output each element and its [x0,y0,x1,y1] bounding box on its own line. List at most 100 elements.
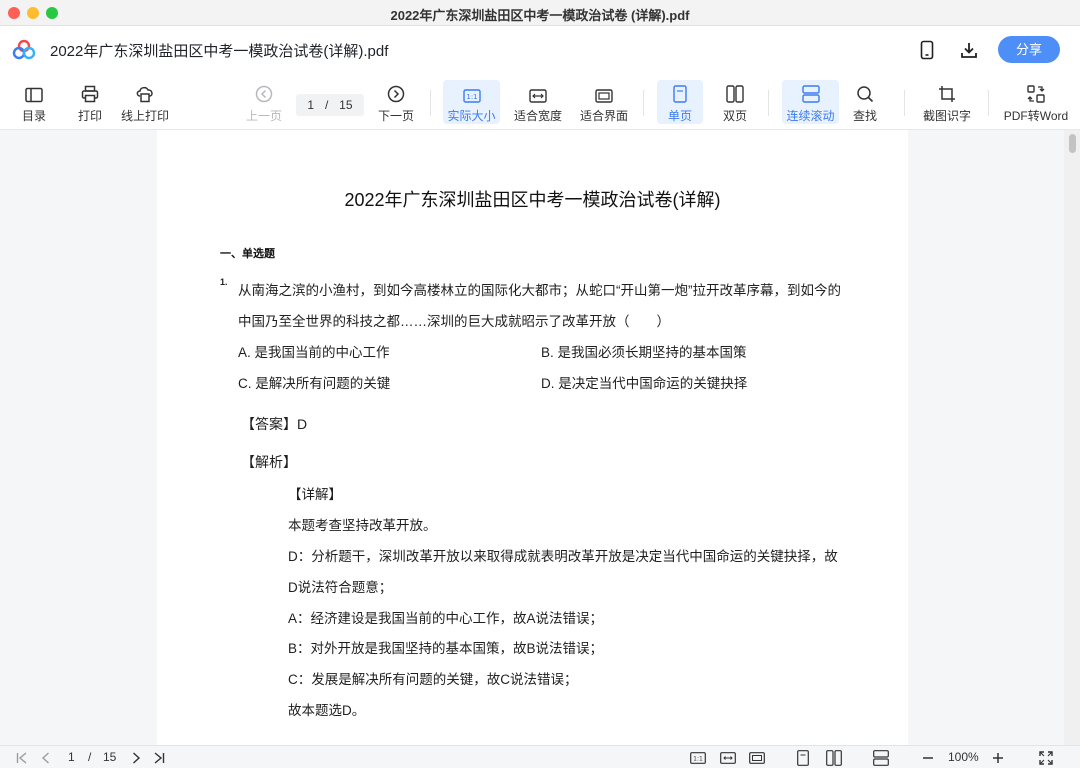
single-page-label: 单页 [667,109,692,123]
single-page-icon [673,82,687,103]
pdf-to-word-label: PDF转Word [1003,109,1069,123]
toolbar-divider [988,90,989,116]
fit-page-icon[interactable] [748,749,766,766]
convert-icon [1027,82,1045,103]
current-page-value: 1 [307,98,315,112]
zoom-in-icon[interactable] [990,749,1006,766]
cloud-print-icon [135,82,155,103]
fit-page-button[interactable]: 适合界面 [578,80,630,124]
pdf-page: 2022年广东深圳盐田区中考一模政治试卷(详解) 一、单选题 1. 从南海之滨的… [157,130,908,745]
option-a: A. 是我国当前的中心工作 [238,345,390,360]
print-label: 打印 [77,109,102,123]
print-button[interactable]: 打印 [74,80,106,124]
analysis-heading: 【解析】 [241,454,297,470]
window-titlebar: 2022年广东深圳盐田区中考一模政治试卷 (详解).pdf [0,0,1080,26]
fit-page-label: 适合界面 [579,109,628,123]
continuous-scroll-icon[interactable] [872,749,890,766]
toolbar-divider [643,90,644,116]
section-heading: 一、单选题 [220,248,275,260]
toc-button[interactable]: 目录 [18,80,50,124]
scrollbar-thumb[interactable] [1069,134,1076,153]
double-page-button[interactable]: 双页 [715,80,755,124]
toc-icon [25,82,43,103]
last-page-icon[interactable] [151,749,167,766]
download-icon[interactable] [957,38,981,62]
toc-label: 目录 [21,109,46,123]
prev-page-button[interactable]: 上一页 [244,80,284,124]
fullscreen-icon[interactable] [1038,749,1054,766]
document-viewer[interactable]: 2022年广东深圳盐田区中考一模政治试卷(详解) 一、单选题 1. 从南海之滨的… [0,130,1080,745]
chevron-right-circle-icon [387,82,405,103]
actual-size-icon: 1:1 [462,82,481,103]
explanation-line: C：发展是解决所有问题的关键，故C说法错误； [288,672,578,687]
mobile-icon[interactable] [915,38,939,62]
search-button[interactable]: 查找 [848,80,882,124]
online-print-label: 线上打印 [120,109,169,123]
total-pages-value: 15 [339,98,353,112]
actual-size-icon[interactable]: 1:1 [689,749,707,766]
explanation-line: A：经济建设是我国当前的中心工作，故A说法错误； [288,611,604,626]
status-total-pages: 15 [103,750,117,764]
next-page-icon[interactable] [128,749,144,766]
pdf-to-word-button[interactable]: PDF转Word [1002,80,1070,124]
double-page-label: 双页 [722,109,747,123]
single-page-button[interactable]: 单页 [657,80,703,124]
answer-text: 【答案】D [241,416,308,432]
explanation-line: 【详解】 [288,487,342,502]
search-icon [856,82,874,103]
screenshot-ocr-button[interactable]: 截图识字 [920,80,974,124]
continuous-scroll-icon [801,82,820,103]
page-number-input[interactable]: 1 / 15 [296,94,364,116]
status-bar: 1 / 15 1:1 100% [0,745,1080,768]
question-text-line: 从南海之滨的小渔村，到如今高楼林立的国际化大都市；从蛇口“开山第一炮”拉开改革序… [238,283,841,298]
status-page-separator: / [88,750,92,764]
fit-width-label: 适合宽度 [513,109,562,123]
printer-icon [81,82,99,103]
page-title: 2022年广东深圳盐田区中考一模政治试卷(详解) [344,190,721,210]
single-page-icon[interactable] [795,749,811,766]
toolbar-divider [768,90,769,116]
zoom-level[interactable]: 100% [948,750,979,764]
option-b: B. 是我国必须长期坚持的基本国策 [541,345,747,360]
prev-page-label: 上一页 [245,109,282,123]
toolbar-divider [904,90,905,116]
explanation-line: D说法符合题意； [288,580,393,595]
status-current-page[interactable]: 1 [68,750,75,764]
option-c: C. 是解决所有问题的关键 [238,376,391,391]
continuous-scroll-button[interactable]: 连续滚动 [782,80,839,124]
svg-text:1:1: 1:1 [693,755,703,762]
double-page-icon [726,82,744,103]
next-page-button[interactable]: 下一页 [376,80,416,124]
chevron-left-circle-icon [255,82,273,103]
vertical-scrollbar[interactable] [1064,130,1080,745]
question-text-line: 中国乃至全世界的科技之都……深圳的巨大成就昭示了改革开放（ ） [238,314,670,329]
actual-size-label: 实际大小 [447,109,496,123]
double-page-icon[interactable] [825,749,843,766]
window-title: 2022年广东深圳盐田区中考一模政治试卷 (详解).pdf [390,8,690,23]
question-number: 1. [220,277,228,287]
fit-width-icon [529,82,547,103]
app-header: 2022年广东深圳盐田区中考一模政治试卷(详解).pdf 分享 [0,26,1080,74]
document-title: 2022年广东深圳盐田区中考一模政治试卷(详解).pdf [50,43,389,60]
explanation-line: 本题考查坚持改革开放。 [288,518,437,533]
continuous-scroll-label: 连续滚动 [786,109,835,123]
zoom-out-icon[interactable] [920,749,936,766]
prev-page-icon[interactable] [38,749,54,766]
actual-size-button[interactable]: 1:1 实际大小 [443,80,500,124]
fit-page-icon [595,82,613,103]
fit-width-icon[interactable] [719,749,737,766]
explanation-line: 故本题选D。 [288,703,366,718]
toolbar: 目录 打印 线上打印 上一页 下一页 1:1 实际大小 适合宽度 适合界面 单页… [0,74,1080,130]
option-d: D. 是决定当代中国命运的关键抉择 [541,376,748,391]
search-label: 查找 [852,109,877,123]
share-button[interactable]: 分享 [998,36,1060,63]
explanation-line: B：对外开放是我国坚持的基本国策，故B说法错误； [288,641,604,656]
online-print-button[interactable]: 线上打印 [118,80,172,124]
next-page-label: 下一页 [377,109,414,123]
first-page-icon[interactable] [14,749,30,766]
fit-width-button[interactable]: 适合宽度 [512,80,564,124]
page-separator: / [324,98,329,112]
svg-text:1:1: 1:1 [466,93,477,101]
crop-icon [938,82,956,103]
toolbar-divider [430,90,431,116]
